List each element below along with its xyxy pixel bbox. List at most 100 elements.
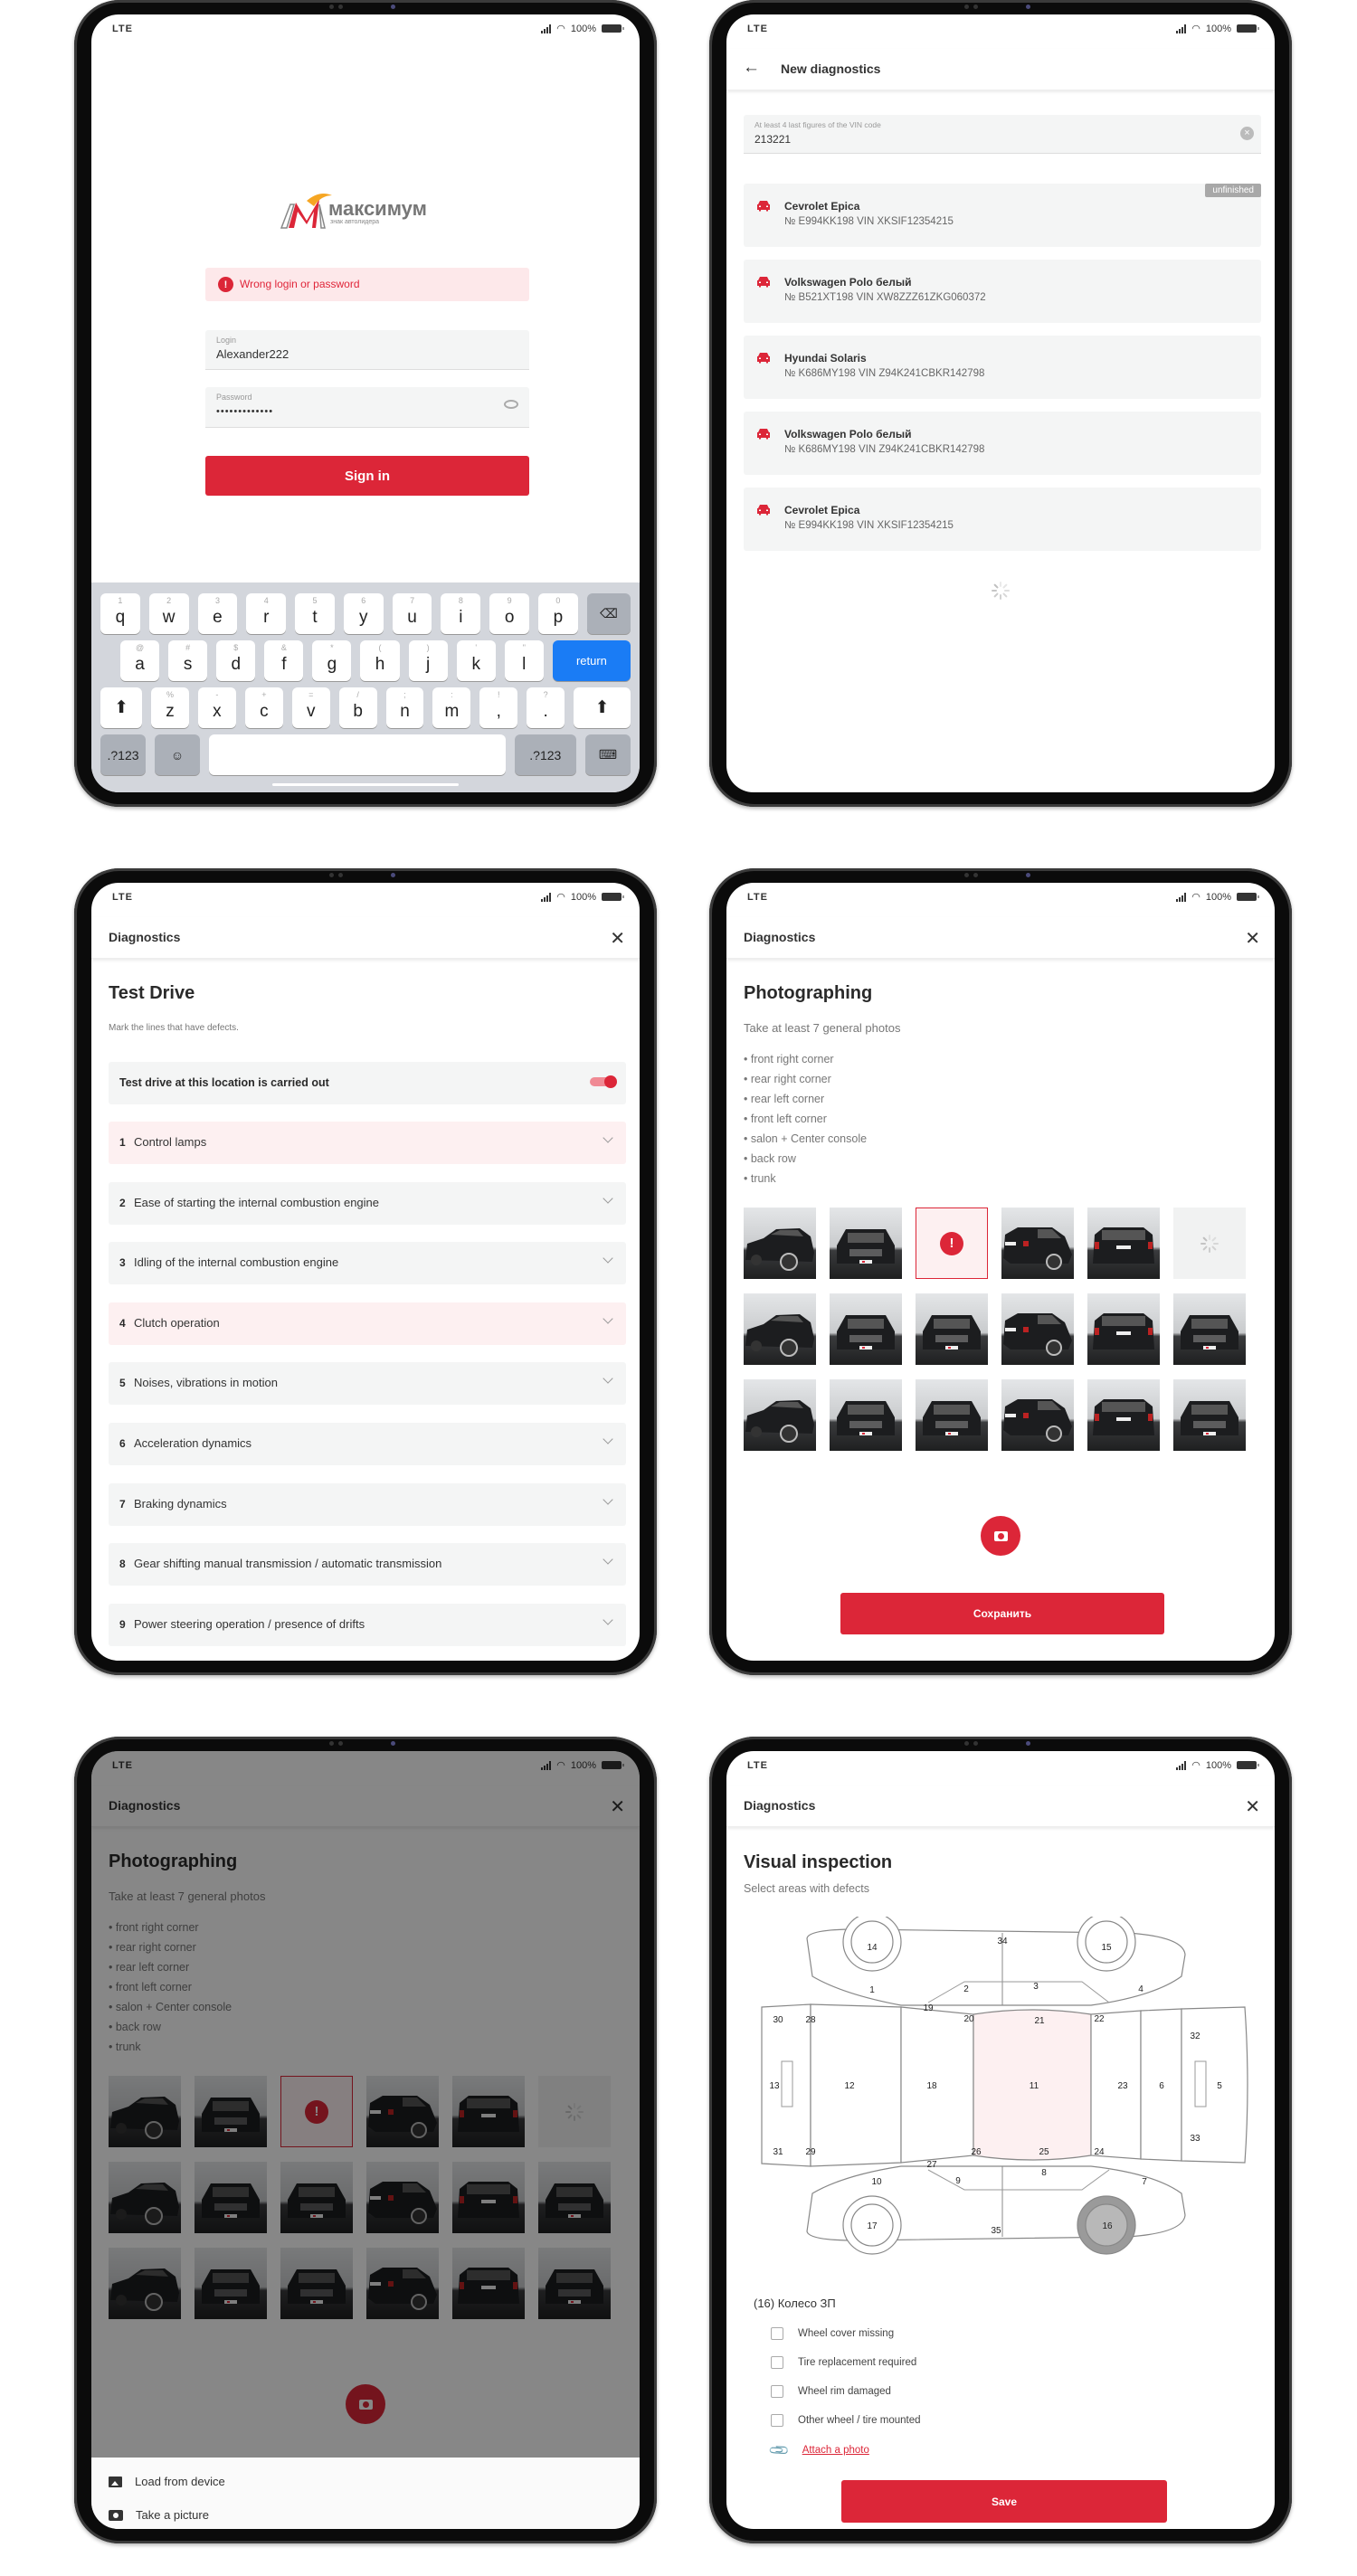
key[interactable]: " l <box>504 640 544 681</box>
key[interactable]: % z <box>151 687 189 728</box>
vehicle-result-card[interactable]: Cevrolet Epica № E994KK198 VIN XKSIF12354… <box>744 184 1261 247</box>
key[interactable]: + c <box>244 687 283 728</box>
save-button[interactable]: Сохранить <box>840 1593 1164 1634</box>
key-return[interactable]: return <box>552 640 631 681</box>
key-emoji[interactable]: ☺ <box>155 734 201 775</box>
defect-checkbox[interactable]: Wheel cover missing <box>771 2327 894 2340</box>
car-photo-thumbnail[interactable] <box>830 1379 902 1451</box>
key[interactable]: 7u <box>392 593 432 634</box>
vehicle-result-card[interactable]: Hyundai Solaris № K686MY198 VIN Z94K241CB… <box>744 336 1261 399</box>
car-photo-thumbnail[interactable] <box>1001 1293 1074 1365</box>
defect-checkbox[interactable]: Other wheel / tire mounted <box>771 2414 921 2427</box>
checkbox[interactable] <box>771 2414 783 2427</box>
zone-label-20[interactable]: 20 <box>963 2014 974 2024</box>
key[interactable]: 2w <box>148 593 189 634</box>
car-photo-thumbnail[interactable] <box>1173 1293 1246 1365</box>
save-button[interactable]: Save <box>841 2480 1167 2523</box>
checklist-item[interactable]: 9 Power steering operation / presence of … <box>109 1603 626 1646</box>
key-shift-right[interactable]: ⬆ <box>574 687 631 728</box>
zone-label-25[interactable]: 25 <box>1039 2147 1049 2157</box>
key[interactable]: 5t <box>295 593 335 634</box>
checklist-item[interactable]: 8 Gear shifting manual transmission / aut… <box>109 1543 626 1586</box>
chevron-down-icon[interactable] <box>603 1253 613 1264</box>
key-symbols-right[interactable]: .?123 <box>514 734 576 775</box>
car-photo-thumbnail[interactable] <box>1173 1379 1246 1451</box>
key[interactable]: (h <box>360 640 400 681</box>
car-photo-thumbnail[interactable] <box>916 1379 988 1451</box>
show-password-eye-icon[interactable] <box>504 400 518 409</box>
key[interactable]: = v <box>291 687 330 728</box>
zone-label-14[interactable]: 14 <box>867 1943 878 1953</box>
key[interactable]: 4r <box>246 593 287 634</box>
car-photo-thumbnail[interactable] <box>744 1293 816 1365</box>
zone-label-2[interactable]: 2 <box>963 1984 969 1994</box>
key[interactable]: -x <box>197 687 236 728</box>
test-drive-toggle[interactable] <box>590 1075 617 1088</box>
zone-label-26[interactable]: 26 <box>971 2147 982 2157</box>
clear-icon[interactable]: × <box>1240 127 1254 140</box>
key[interactable]: * g <box>312 640 352 681</box>
car-photo-thumbnail[interactable] <box>1087 1379 1160 1451</box>
chevron-down-icon[interactable] <box>603 1615 613 1625</box>
key[interactable]: 9o <box>489 593 530 634</box>
vehicle-result-card[interactable]: Volkswagen Polo белый № B521XT198 VIN XW8… <box>744 260 1261 323</box>
car-photo-thumbnail[interactable] <box>830 1293 902 1365</box>
zone-label-15[interactable]: 15 <box>1101 1943 1112 1953</box>
zone-label-5[interactable]: 5 <box>1217 2081 1222 2091</box>
defect-checkbox[interactable]: Wheel rim damaged <box>771 2385 891 2398</box>
key[interactable]: $ d <box>216 640 256 681</box>
car-photo-thumbnail[interactable] <box>1001 1379 1074 1451</box>
zone-label-18[interactable]: 18 <box>926 2081 937 2091</box>
zone-label-27[interactable]: 27 <box>926 2160 937 2170</box>
car-photo-thumbnail[interactable] <box>744 1379 816 1451</box>
checklist-item[interactable]: 6 Acceleration dynamics <box>109 1423 626 1465</box>
zone-label-24[interactable]: 24 <box>1094 2147 1105 2157</box>
test-drive-toggle-row[interactable]: Test drive at this location is carried o… <box>109 1062 626 1104</box>
key-hide-keyboard[interactable]: ⌨ <box>584 734 631 775</box>
take-picture-option[interactable]: Take a picture <box>109 2508 209 2522</box>
checkbox[interactable] <box>771 2327 783 2340</box>
zone-label-33[interactable]: 33 <box>1190 2134 1200 2144</box>
car-damage-diagram[interactable]: 1 2 3 4567891011121314 151617181920 21 2223242… <box>756 1917 1252 2256</box>
car-photo-thumbnail[interactable] <box>1087 1208 1160 1279</box>
zone-label-30[interactable]: 30 <box>773 2015 783 2025</box>
zone-label-19[interactable]: 19 <box>923 2003 934 2013</box>
checklist-item[interactable]: 7 Braking dynamics <box>109 1482 626 1526</box>
zone-label-34[interactable]: 34 <box>997 1937 1008 1946</box>
vehicle-result-card[interactable]: Cevrolet Epica № E994KK198 VIN XKSIF12354… <box>744 488 1261 551</box>
zone-label-23[interactable]: 23 <box>1117 2081 1128 2091</box>
zone-label-16[interactable]: 16 <box>1102 2221 1113 2231</box>
checkbox[interactable] <box>771 2356 783 2369</box>
checklist-item[interactable]: 3 Idling of the internal combustion engin… <box>109 1242 626 1285</box>
zone-label-10[interactable]: 10 <box>871 2177 882 2187</box>
zone-label-13[interactable]: 13 <box>769 2081 780 2091</box>
key[interactable]: @ a <box>120 640 160 681</box>
chevron-down-icon[interactable] <box>603 1192 613 1204</box>
key[interactable]: 6y <box>343 593 384 634</box>
camera-button[interactable] <box>981 1516 1020 1556</box>
car-photo-thumbnail[interactable] <box>1087 1293 1160 1365</box>
vin-search-input[interactable]: At least 4 last figures of the VIN code … <box>744 115 1261 154</box>
key[interactable]: ) j <box>408 640 448 681</box>
key[interactable]: 0p <box>538 593 578 634</box>
vehicle-result-card[interactable]: Volkswagen Polo белый № K686MY198 VIN Z94… <box>744 412 1261 475</box>
chevron-down-icon[interactable] <box>603 1132 613 1143</box>
defect-checkbox[interactable]: Tire replacement required <box>771 2356 916 2369</box>
chevron-down-icon[interactable] <box>603 1434 613 1444</box>
zone-label-17[interactable]: 17 <box>867 2221 878 2231</box>
key[interactable]: ' k <box>456 640 496 681</box>
zone-label-4[interactable]: 4 <box>1138 1984 1143 1994</box>
zone-label-12[interactable]: 12 <box>844 2081 855 2091</box>
zone-label-32[interactable]: 32 <box>1190 2031 1200 2041</box>
key[interactable]: / b <box>338 687 377 728</box>
close-icon[interactable]: ✕ <box>1245 1795 1260 1818</box>
photo-loading[interactable] <box>1173 1208 1246 1279</box>
key[interactable]: ; n <box>385 687 424 728</box>
zone-label-28[interactable]: 28 <box>805 2015 816 2025</box>
sign-in-button[interactable]: Sign in <box>205 456 529 496</box>
checklist-item[interactable]: 2 Ease of starting the internal combustio… <box>109 1181 626 1225</box>
zone-label-6[interactable]: 6 <box>1159 2081 1164 2091</box>
chevron-down-icon[interactable] <box>603 1313 613 1324</box>
key[interactable]: & f <box>264 640 304 681</box>
modal-overlay[interactable] <box>91 1751 640 2529</box>
